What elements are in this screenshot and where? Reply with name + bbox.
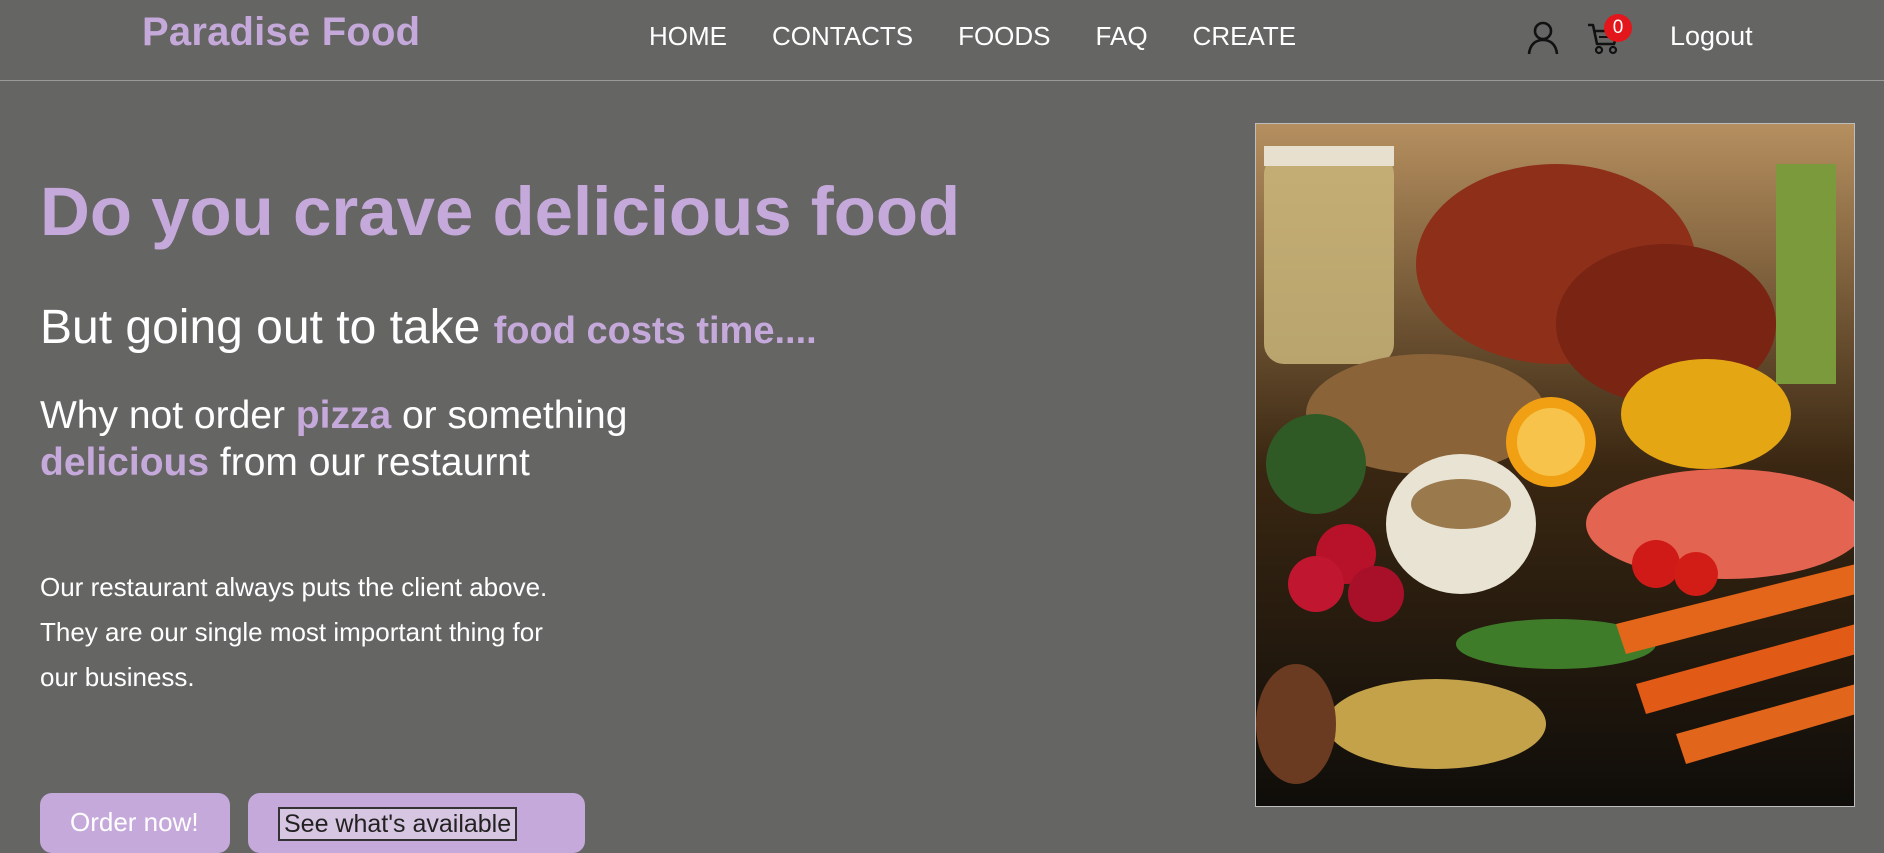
- hero-subtitle: But going out to take food costs time...…: [40, 300, 817, 355]
- see-available-label: See what's available: [278, 807, 518, 841]
- food-photo-illustration: [1256, 124, 1854, 806]
- hero-subtitle-accent: food costs time....: [493, 310, 817, 352]
- nav-actions: 0 Logout: [1526, 14, 1766, 64]
- logout-link[interactable]: Logout: [1670, 21, 1753, 52]
- cart-count-badge: 0: [1604, 14, 1632, 42]
- tagline-accent-delicious: delicious: [40, 441, 210, 484]
- hero-title: Do you crave delicious food: [40, 173, 961, 250]
- nav-faq[interactable]: FAQ: [1096, 21, 1148, 52]
- user-icon[interactable]: [1526, 20, 1560, 56]
- main-nav: HOME CONTACTS FOODS FAQ CREATE: [649, 21, 1296, 52]
- food-photo: [1255, 123, 1855, 807]
- nav-foods[interactable]: FOODS: [958, 21, 1050, 52]
- see-available-button[interactable]: See what's available: [248, 793, 585, 853]
- nav-create[interactable]: CREATE: [1193, 21, 1297, 52]
- hero-subtitle-text: But going out to take: [40, 301, 494, 354]
- nav-contacts[interactable]: CONTACTS: [772, 21, 913, 52]
- navbar: Paradise Food HOME CONTACTS FOODS FAQ CR…: [0, 0, 1884, 81]
- brand-logo[interactable]: Paradise Food: [142, 10, 420, 55]
- nav-home[interactable]: HOME: [649, 21, 727, 52]
- hero-tagline: Why not order pizza or something delicio…: [40, 392, 660, 486]
- tagline-part3: from our restaurnt: [209, 441, 530, 484]
- tagline-accent-pizza: pizza: [295, 394, 392, 437]
- order-now-button[interactable]: Order now!: [40, 793, 230, 853]
- tagline-part1: Why not order: [40, 394, 296, 437]
- hero-blurb: Our restaurant always puts the client ab…: [40, 572, 548, 692]
- tagline-part2: or something: [391, 394, 628, 437]
